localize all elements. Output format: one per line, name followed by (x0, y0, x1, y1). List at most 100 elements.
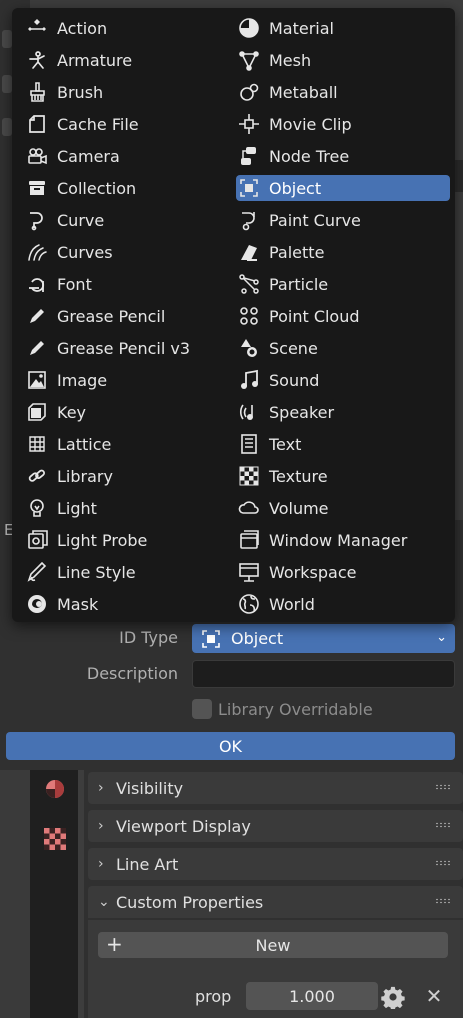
collection-icon (26, 177, 48, 199)
menu-item-armature[interactable]: Armature (24, 47, 238, 73)
ok-button[interactable]: OK (6, 732, 455, 760)
menu-item-key[interactable]: Key (24, 399, 238, 425)
menu-item-object[interactable]: Object (236, 175, 450, 201)
menu-item-text[interactable]: Text (236, 431, 450, 457)
action-icon (26, 17, 48, 39)
menu-item-brush[interactable]: Brush (24, 79, 238, 105)
menu-item-action[interactable]: Action (24, 15, 238, 41)
menu-item-curve[interactable]: Curve (24, 207, 238, 233)
menu-item-metaball[interactable]: Metaball (236, 79, 450, 105)
library-overridable-checkbox[interactable] (192, 699, 212, 719)
curves-icon (26, 241, 48, 263)
object-icon (200, 628, 222, 650)
menu-item-library[interactable]: Library (24, 463, 238, 489)
menu-item-volume[interactable]: Volume (236, 495, 450, 521)
panel-line-art[interactable]: › Line Art (88, 848, 463, 880)
menu-item-window-manager[interactable]: Window Manager (236, 527, 450, 553)
drag-grip-icon[interactable] (435, 860, 451, 866)
menu-item-mask[interactable]: Mask (24, 591, 238, 617)
menu-item-cache-file[interactable]: Cache File (24, 111, 238, 137)
texture-tab-icon[interactable] (44, 828, 66, 850)
close-icon[interactable]: ✕ (424, 985, 444, 1007)
drag-grip-icon[interactable] (435, 898, 451, 904)
menu-item-label: Movie Clip (269, 114, 352, 134)
description-input[interactable] (192, 660, 455, 688)
id-type-menu: Action Armature Brush Cache File Camera Colle… (12, 8, 455, 622)
menu-item-camera[interactable]: Camera (24, 143, 238, 169)
id-type-label: ID Type (119, 628, 178, 647)
sound-icon (238, 369, 260, 391)
menu-item-workspace[interactable]: Workspace (236, 559, 450, 585)
library-icon (26, 465, 48, 487)
menu-item-particle[interactable]: Particle (236, 271, 450, 297)
menu-item-light-probe[interactable]: Light Probe (24, 527, 238, 553)
menu-item-sound[interactable]: Sound (236, 367, 450, 393)
menu-item-texture[interactable]: Texture (236, 463, 450, 489)
panel-custom-properties[interactable]: ⌄ Custom Properties (88, 886, 463, 918)
new-property-button[interactable]: + New (98, 932, 448, 958)
tool-button[interactable] (2, 75, 12, 93)
menu-item-label: Curves (57, 242, 113, 262)
menu-item-label: Point Cloud (269, 306, 360, 326)
library-overridable-label: Library Overridable (218, 700, 373, 719)
property-value-field[interactable]: 1.000 (246, 982, 378, 1010)
property-name: prop (195, 987, 232, 1006)
menu-item-point-cloud[interactable]: Point Cloud (236, 303, 450, 329)
menu-item-world[interactable]: World (236, 591, 450, 617)
material-tab-icon[interactable] (44, 778, 66, 800)
texture-icon (238, 465, 260, 487)
menu-item-scene[interactable]: Scene (236, 335, 450, 361)
speaker-icon (238, 401, 260, 423)
menu-item-label: Armature (57, 50, 133, 70)
text-icon (238, 433, 260, 455)
panel-visibility[interactable]: › Visibility (88, 772, 463, 804)
mesh-icon (238, 49, 260, 71)
menu-item-paint-curve[interactable]: Paint Curve (236, 207, 450, 233)
font-icon (26, 273, 48, 295)
workspace-icon (238, 561, 260, 583)
menu-item-label: Paint Curve (269, 210, 361, 230)
cache-file-icon (26, 113, 48, 135)
metaball-icon (238, 81, 260, 103)
menu-item-label: Speaker (269, 402, 335, 422)
menu-item-label: Metaball (269, 82, 338, 102)
tool-button[interactable] (2, 30, 12, 48)
menu-item-label: Palette (269, 242, 325, 262)
panel-label: Visibility (116, 778, 184, 798)
drag-grip-icon[interactable] (435, 822, 451, 828)
world-icon (238, 593, 260, 615)
menu-item-label: Volume (269, 498, 329, 518)
chevron-right-icon: › (98, 856, 104, 872)
grease-pencil-v3-icon (26, 337, 48, 359)
grease-pencil-icon (26, 305, 48, 327)
gear-icon[interactable] (381, 985, 405, 1011)
menu-item-speaker[interactable]: Speaker (236, 399, 450, 425)
menu-item-label: Light (57, 498, 97, 518)
menu-item-curves[interactable]: Curves (24, 239, 238, 265)
panel-viewport-display[interactable]: › Viewport Display (88, 810, 463, 842)
tool-button[interactable] (2, 118, 12, 136)
plus-icon: + (106, 932, 123, 956)
light-probe-icon (26, 529, 48, 551)
scene-icon (238, 337, 260, 359)
menu-item-light[interactable]: Light (24, 495, 238, 521)
menu-item-movie-clip[interactable]: Movie Clip (236, 111, 450, 137)
chevron-down-icon: ⌄ (436, 630, 447, 645)
palette-icon (238, 241, 260, 263)
menu-item-collection[interactable]: Collection (24, 175, 238, 201)
menu-item-palette[interactable]: Palette (236, 239, 450, 265)
menu-item-font[interactable]: Font (24, 271, 238, 297)
menu-item-mesh[interactable]: Mesh (236, 47, 450, 73)
menu-item-label: World (269, 594, 315, 614)
menu-item-line-style[interactable]: Line Style (24, 559, 238, 585)
point-cloud-icon (238, 305, 260, 327)
menu-item-label: Text (269, 434, 302, 454)
drag-grip-icon[interactable] (435, 784, 451, 790)
menu-item-material[interactable]: Material (236, 15, 450, 41)
menu-item-node-tree[interactable]: Node Tree (236, 143, 450, 169)
id-type-select[interactable]: Object ⌄ (192, 624, 455, 653)
menu-item-grease-pencil[interactable]: Grease Pencil (24, 303, 238, 329)
menu-item-lattice[interactable]: Lattice (24, 431, 238, 457)
menu-item-image[interactable]: Image (24, 367, 238, 393)
menu-item-grease-pencil-v3[interactable]: Grease Pencil v3 (24, 335, 238, 361)
